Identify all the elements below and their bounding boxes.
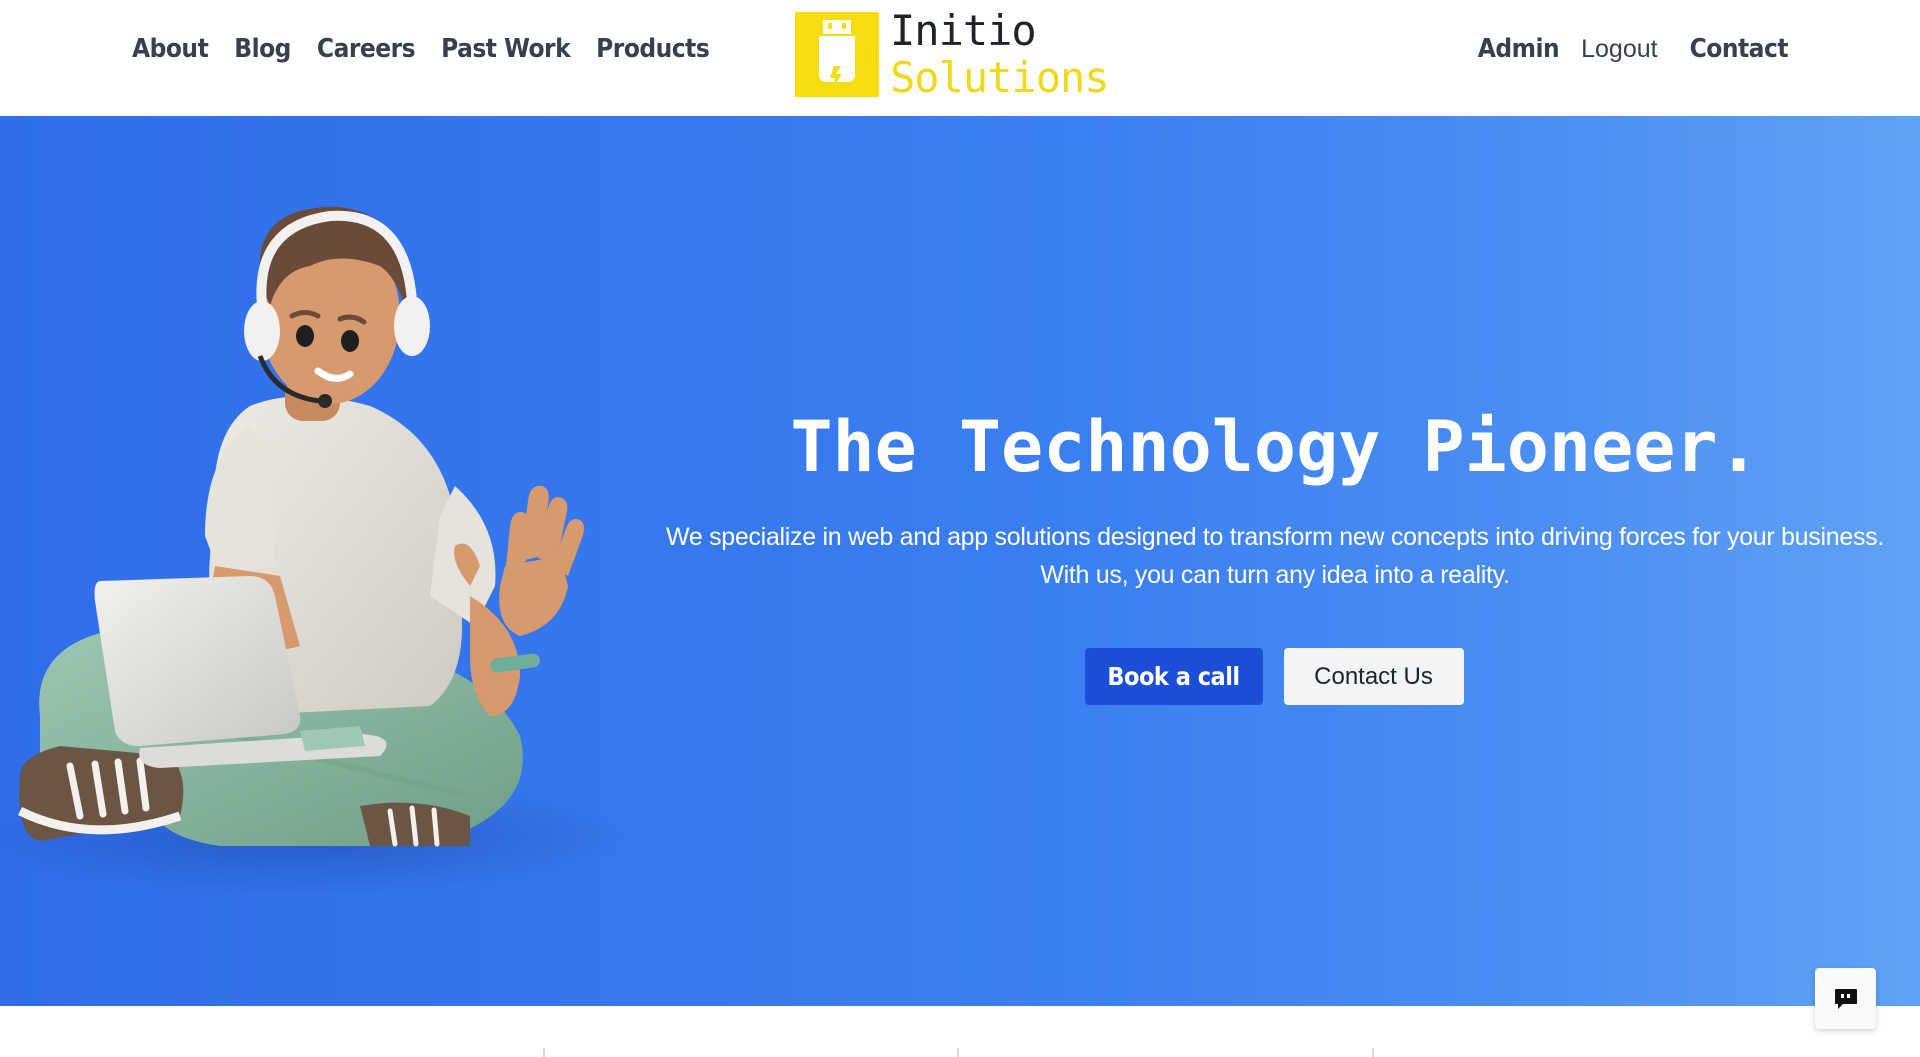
site-logo[interactable]: Initio Solutions	[795, 6, 1110, 102]
chat-bubble-icon	[1834, 988, 1857, 1009]
hero-description: We specialize in web and app solutions d…	[665, 523, 1884, 589]
next-section-preview	[0, 1006, 1920, 1057]
nav-link-past-work[interactable]: Past Work	[441, 34, 571, 64]
hero-title: The Technology Pioneer.	[790, 406, 1760, 488]
logo-line-initio: Initio	[890, 6, 1037, 55]
nav-link-admin[interactable]: Admin	[1478, 34, 1560, 64]
nav-link-careers[interactable]: Careers	[317, 34, 416, 64]
chat-widget-button[interactable]	[1815, 968, 1876, 1029]
hero-buttons: Book a call Contact Us	[650, 648, 1900, 705]
hero-content: The Technology Pioneer. We specialize in…	[650, 406, 1900, 705]
book-a-call-button[interactable]: Book a call	[1084, 648, 1263, 705]
account-nav: Admin Logout Contact	[1478, 34, 1789, 64]
usb-plug-lightning-icon	[795, 12, 879, 97]
primary-nav: About Blog Careers Past Work Products	[132, 34, 735, 64]
nav-link-products[interactable]: Products	[596, 34, 710, 64]
section-divider	[957, 1048, 959, 1057]
logo-wordmark: Initio Solutions	[890, 6, 1110, 102]
logout-link[interactable]: Logout	[1581, 35, 1657, 64]
contact-us-button[interactable]: Contact Us	[1283, 648, 1464, 705]
section-divider	[543, 1048, 545, 1057]
person-with-headset-and-laptop-illustration	[0, 206, 630, 896]
hero-section: The Technology Pioneer. We specialize in…	[0, 116, 1920, 1006]
nav-link-about[interactable]: About	[132, 34, 209, 64]
nav-link-contact[interactable]: Contact	[1690, 34, 1789, 64]
logo-line-solutions: Solutions	[890, 53, 1110, 102]
nav-link-blog[interactable]: Blog	[234, 34, 291, 64]
site-header: About Blog Careers Past Work Products In…	[0, 0, 1920, 116]
section-divider	[1372, 1048, 1374, 1057]
